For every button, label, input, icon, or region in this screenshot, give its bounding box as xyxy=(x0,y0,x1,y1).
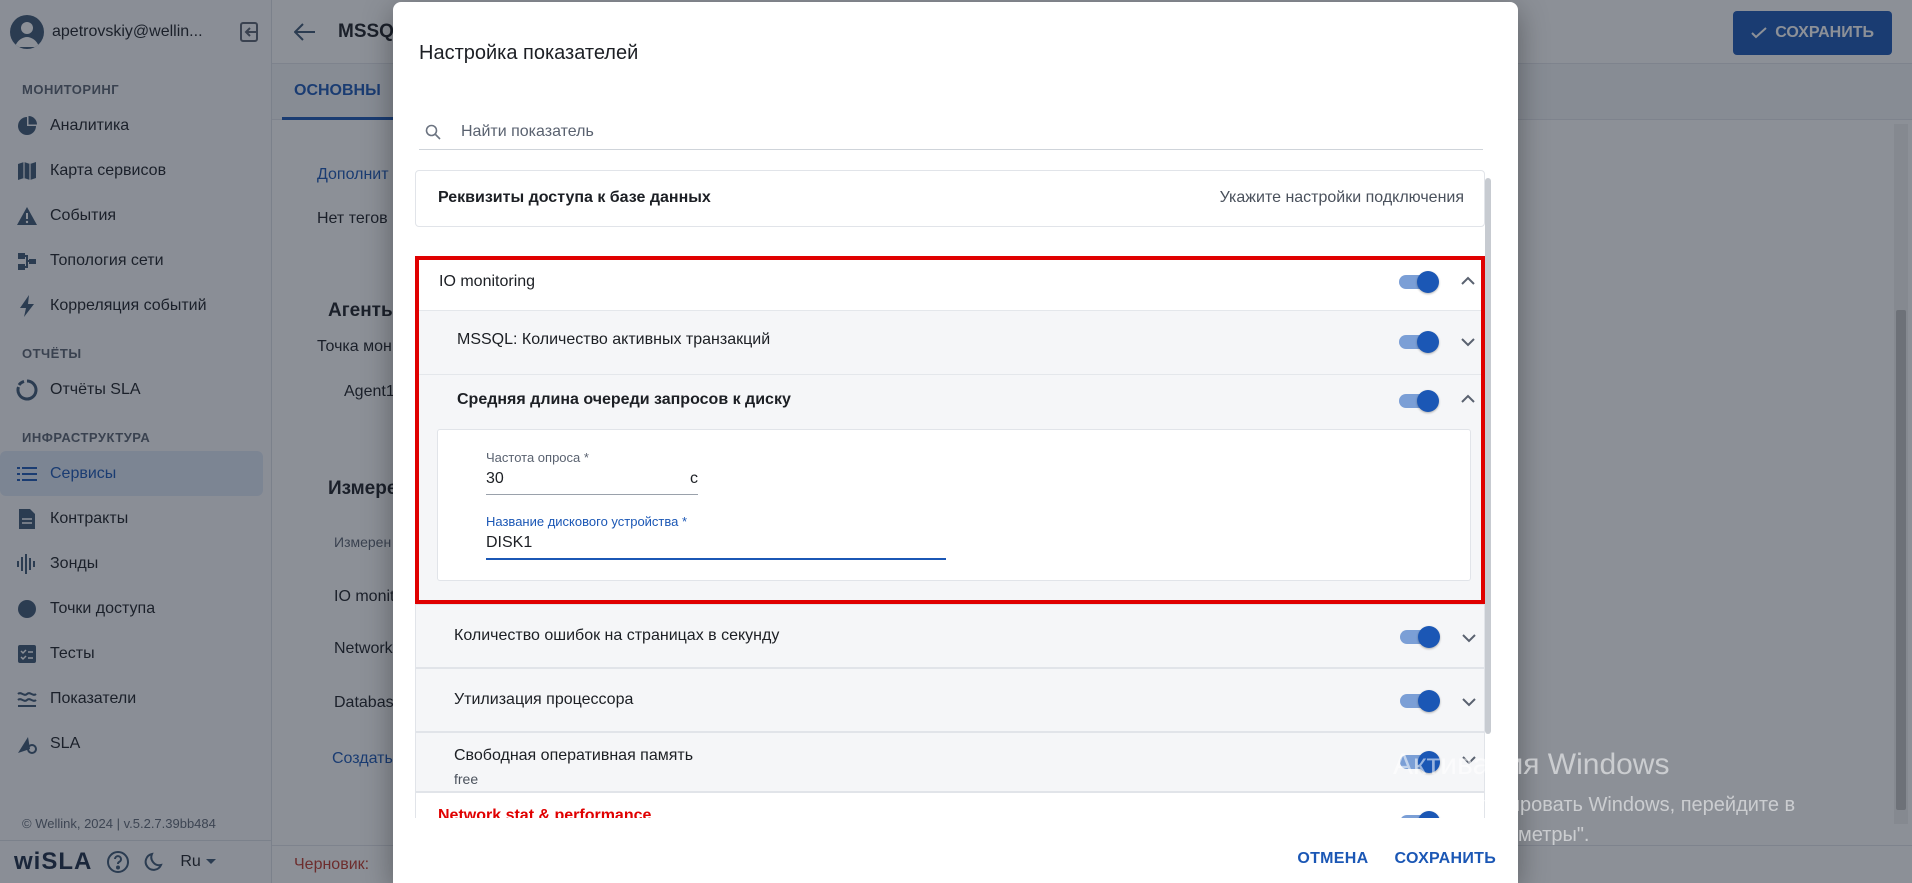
sub-title: MSSQL: Количество активных транзакций xyxy=(457,331,771,348)
network-stat-group[interactable]: Network stat & performance xyxy=(415,792,1485,818)
poll-frequency-underline xyxy=(486,494,698,495)
dialog-scrollbar[interactable] xyxy=(1485,178,1491,734)
dialog-title: Настройка показателей xyxy=(419,42,639,64)
io-monitoring-group: IO monitoring MSSQL: Количество активных… xyxy=(415,256,1485,604)
metrics-settings-dialog: Настройка показателей Реквизиты доступа … xyxy=(393,2,1518,883)
row-title: Свободная оперативная память xyxy=(454,747,694,764)
metrics-list: Реквизиты доступа к базе данных Укажите … xyxy=(415,170,1493,818)
poll-frequency-unit: с xyxy=(690,470,698,487)
row-title: Утилизация процессора xyxy=(454,691,634,708)
search-icon xyxy=(425,124,441,140)
search-bar xyxy=(419,114,1483,150)
sub-disk-queue: Средняя длина очереди запросов к диску Ч… xyxy=(419,374,1481,600)
settings-panel: Частота опроса * 30 с Название дискового… xyxy=(437,429,1471,581)
io-group-header[interactable]: IO monitoring xyxy=(419,260,1481,310)
windows-activation-title: Активация Windows xyxy=(1393,748,1670,781)
chevron-down-icon[interactable] xyxy=(1460,629,1478,647)
network-group-title: Network stat & performance xyxy=(438,807,652,818)
chevron-down-icon[interactable] xyxy=(1459,333,1477,351)
cancel-button[interactable]: ОТМЕНА xyxy=(1297,850,1368,868)
sub-active-transactions[interactable]: MSSQL: Количество активных транзакций xyxy=(419,310,1481,374)
sub-title: Средняя длина очереди запросов к диску xyxy=(457,391,791,408)
free-memory-row[interactable]: Свободная оперативная память free xyxy=(415,732,1485,792)
save-button[interactable]: СОХРАНИТЬ xyxy=(1394,850,1496,868)
chevron-up-icon[interactable] xyxy=(1459,390,1477,408)
page-errors-row[interactable]: Количество ошибок на страницах в секунду xyxy=(415,604,1485,668)
io-group-title: IO monitoring xyxy=(439,273,536,290)
disk-device-label: Название дискового устройства * xyxy=(486,514,688,529)
credentials-label: Реквизиты доступа к базе данных xyxy=(438,189,711,206)
disk-device-underline xyxy=(486,558,946,560)
io-group-toggle[interactable] xyxy=(1399,271,1439,293)
row-toggle[interactable] xyxy=(1400,690,1440,712)
poll-frequency-input[interactable]: 30 xyxy=(486,470,504,488)
row-subtitle: free xyxy=(454,771,479,787)
credentials-row[interactable]: Реквизиты доступа к базе данных Укажите … xyxy=(415,170,1485,227)
windows-activation-text: Чтобы активировать Windows, перейдите в … xyxy=(1393,794,1796,846)
credentials-hint: Укажите настройки подключения xyxy=(1219,189,1464,206)
chevron-up-icon[interactable] xyxy=(1459,272,1477,290)
row-title: Количество ошибок на страницах в секунду xyxy=(454,627,780,644)
dialog-actions: ОТМЕНА СОХРАНИТЬ xyxy=(1297,850,1496,868)
sub-toggle[interactable] xyxy=(1399,331,1439,353)
sub-toggle[interactable] xyxy=(1399,390,1439,412)
poll-frequency-label: Частота опроса * xyxy=(486,450,589,465)
cpu-utilization-row[interactable]: Утилизация процессора xyxy=(415,668,1485,732)
chevron-down-icon[interactable] xyxy=(1460,693,1478,711)
search-input[interactable] xyxy=(461,122,1361,141)
disk-device-input[interactable]: DISK1 xyxy=(486,534,532,552)
row-toggle[interactable] xyxy=(1400,626,1440,648)
